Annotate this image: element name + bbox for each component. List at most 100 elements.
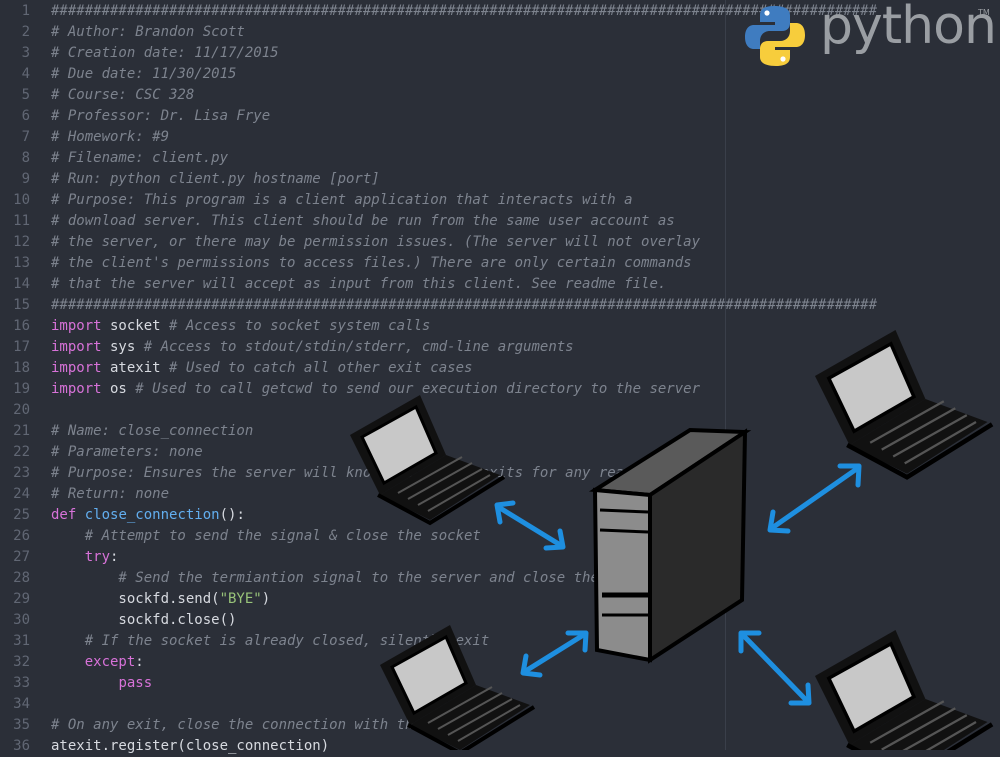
code-line[interactable]: 16 import socket # Access to socket syste… (0, 316, 1000, 337)
line-number: 4 (21, 66, 30, 82)
line-number: 16 (13, 318, 30, 334)
line-number: 20 (13, 402, 30, 418)
code-text: pass (51, 673, 152, 694)
code-text: # Purpose: Ensures the server will know … (51, 463, 649, 484)
code-text: sockfd.send("BYE") (51, 589, 270, 610)
python-logo: python TM (742, 0, 997, 72)
code-text: # Professor: Dr. Lisa Frye (51, 106, 270, 127)
code-token: socket (101, 318, 170, 334)
code-token: "BYE" (219, 591, 262, 607)
code-text: # Author: Brandon Scott (51, 22, 245, 43)
code-token: # Homework: #9 (51, 129, 170, 145)
code-token: # the server, or there may be permission… (51, 234, 701, 250)
code-line[interactable]: 12 # the server, or there may be permissi… (0, 232, 1000, 253)
line-number: 28 (13, 570, 30, 586)
python-logo-icon (745, 6, 805, 66)
code-line[interactable]: 7 # Homework: #9 (0, 127, 1000, 148)
code-text: # Homework: #9 (51, 127, 169, 148)
code-line[interactable]: 11 # download server. This client should … (0, 211, 1000, 232)
line-number: 15 (13, 297, 30, 313)
line-number: 30 (13, 612, 30, 628)
line-number: 34 (13, 696, 30, 712)
code-editor[interactable]: 1 #######################################… (0, 0, 1000, 754)
code-text: import sys # Access to stdout/stdin/stde… (51, 337, 574, 358)
code-line[interactable]: 23 # Purpose: Ensures the server will kno… (0, 463, 1000, 484)
code-line[interactable]: 25 def close_connection(): (0, 505, 1000, 526)
line-number: 1 (21, 3, 30, 19)
code-line[interactable]: 36 atexit.register(close_connection) (0, 736, 1000, 757)
code-line[interactable]: 22 # Parameters: none (0, 442, 1000, 463)
line-number: 32 (13, 654, 30, 670)
code-token: # download server. This client should be… (51, 213, 675, 229)
code-line[interactable]: 13 # the client's permissions to access f… (0, 253, 1000, 274)
code-line[interactable]: 15 ######################################… (0, 295, 1000, 316)
code-token: import (51, 381, 102, 397)
code-line[interactable]: 26 # Attempt to send the signal & close … (0, 526, 1000, 547)
code-token: # Access to stdout/stdin/stderr, cmd-lin… (143, 339, 574, 355)
code-text: # the client's permissions to access fil… (51, 253, 692, 274)
code-text: atexit.register(close_connection) (51, 736, 329, 757)
code-text: # Return: none (51, 484, 169, 505)
code-token: ########################################… (51, 297, 878, 313)
code-line[interactable]: 5 # Course: CSC 328 (0, 85, 1000, 106)
code-line[interactable]: 18 import atexit # Used to catch all othe… (0, 358, 1000, 379)
code-line[interactable]: 32 except: (0, 652, 1000, 673)
code-line[interactable]: 6 # Professor: Dr. Lisa Frye (0, 106, 1000, 127)
code-token: sockfd.send( (51, 591, 220, 607)
code-line[interactable]: 33 pass (0, 673, 1000, 694)
code-line[interactable]: 14 # that the server will accept as input… (0, 274, 1000, 295)
code-token: os (101, 381, 136, 397)
line-number: 3 (21, 45, 30, 61)
line-number: 6 (21, 108, 30, 124)
code-token: # On any exit, close the connection with… (51, 717, 481, 733)
code-token: : (135, 654, 144, 670)
code-line[interactable]: 34 (0, 694, 1000, 715)
code-line[interactable]: 20 (0, 400, 1000, 421)
code-text: # download server. This client should be… (51, 211, 675, 232)
line-number: 8 (21, 150, 30, 166)
line-number: 24 (13, 486, 30, 502)
code-token: # Attempt to send the signal & close the… (51, 528, 481, 544)
code-text: # Name: close_connection (51, 421, 253, 442)
line-number: 18 (13, 360, 30, 376)
code-text: # Attempt to send the signal & close the… (51, 526, 481, 547)
code-line[interactable]: 31 # If the socket is already closed, si… (0, 631, 1000, 652)
line-number: 2 (21, 24, 30, 40)
code-token: # Run: python client.py hostname [port] (51, 171, 380, 187)
code-line[interactable]: 9 # Run: python client.py hostname [port] (0, 169, 1000, 190)
line-number: 26 (13, 528, 30, 544)
line-number: 29 (13, 591, 30, 607)
code-line[interactable]: 10 # Purpose: This program is a client ap… (0, 190, 1000, 211)
code-line[interactable]: 30 sockfd.close() (0, 610, 1000, 631)
code-line[interactable]: 19 import os # Used to call getcwd to sen… (0, 379, 1000, 400)
code-token: # Due date: 11/30/2015 (51, 66, 237, 82)
code-token: # Access to socket system calls (169, 318, 431, 334)
code-line[interactable]: 17 import sys # Access to stdout/stdin/st… (0, 337, 1000, 358)
code-text: import os # Used to call getcwd to send … (51, 379, 700, 400)
code-text: # If the socket is already closed, silen… (51, 631, 490, 652)
code-token: # Parameters: none (51, 444, 203, 460)
code-token: pass (118, 675, 153, 691)
line-number: 14 (13, 276, 30, 292)
code-token: try (84, 549, 111, 565)
code-line[interactable]: 27 try: (0, 547, 1000, 568)
code-text: # Parameters: none (51, 442, 203, 463)
code-token: import (51, 360, 102, 376)
code-line[interactable]: 24 # Return: none (0, 484, 1000, 505)
line-number: 22 (13, 444, 30, 460)
code-text: sockfd.close() (51, 610, 236, 631)
code-line[interactable]: 21 # Name: close_connection (0, 421, 1000, 442)
line-number: 25 (13, 507, 30, 523)
code-token: import (51, 339, 102, 355)
code-text: ########################################… (51, 295, 877, 316)
code-text: # Send the termiantion signal to the ser… (51, 568, 657, 589)
code-token: # Name: close_connection (51, 423, 254, 439)
code-line[interactable]: 35 # On any exit, close the connection wi… (0, 715, 1000, 736)
trademark-mark: TM (978, 8, 990, 17)
code-line[interactable]: 29 sockfd.send("BYE") (0, 589, 1000, 610)
code-line[interactable]: 28 # Send the termiantion signal to the … (0, 568, 1000, 589)
code-line[interactable]: 8 # Filename: client.py (0, 148, 1000, 169)
line-number: 31 (13, 633, 30, 649)
